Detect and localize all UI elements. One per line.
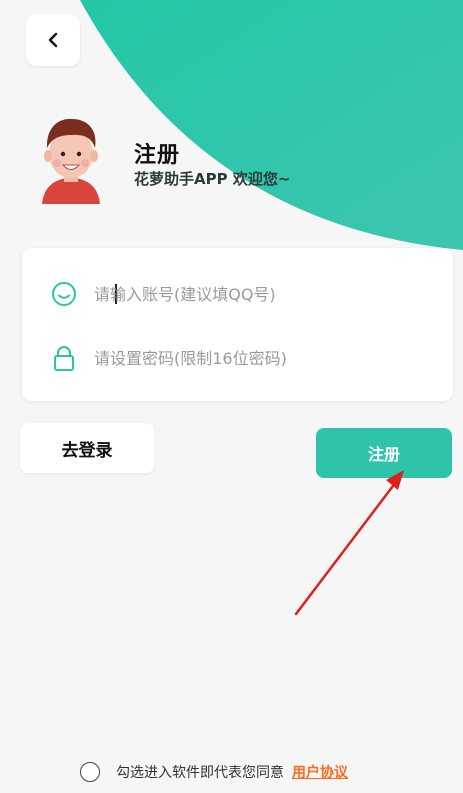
back-button[interactable] bbox=[26, 14, 80, 66]
lock-icon bbox=[54, 346, 74, 371]
welcome-subtitle: 花萝助手APP 欢迎您~ bbox=[134, 170, 291, 188]
agreement-text: 勾选进入软件即代表您同意 bbox=[116, 765, 284, 781]
agree-checkbox[interactable] bbox=[80, 762, 100, 782]
password-field-row bbox=[22, 332, 453, 384]
avatar bbox=[42, 118, 100, 204]
chevron-left-icon bbox=[48, 32, 58, 48]
go-login-button[interactable]: 去登录 bbox=[20, 423, 154, 473]
user-agreement-link[interactable]: 用户协议 bbox=[292, 762, 348, 782]
register-button[interactable]: 注册 bbox=[316, 428, 452, 478]
register-form-card bbox=[22, 248, 453, 401]
smile-icon bbox=[52, 282, 76, 306]
agreement-row: 勾选进入软件即代表您同意 用户协议 bbox=[80, 760, 348, 784]
page-title: 注册 bbox=[134, 143, 181, 168]
password-input[interactable] bbox=[92, 341, 436, 375]
account-field-row bbox=[22, 268, 453, 320]
account-input[interactable] bbox=[92, 277, 436, 311]
